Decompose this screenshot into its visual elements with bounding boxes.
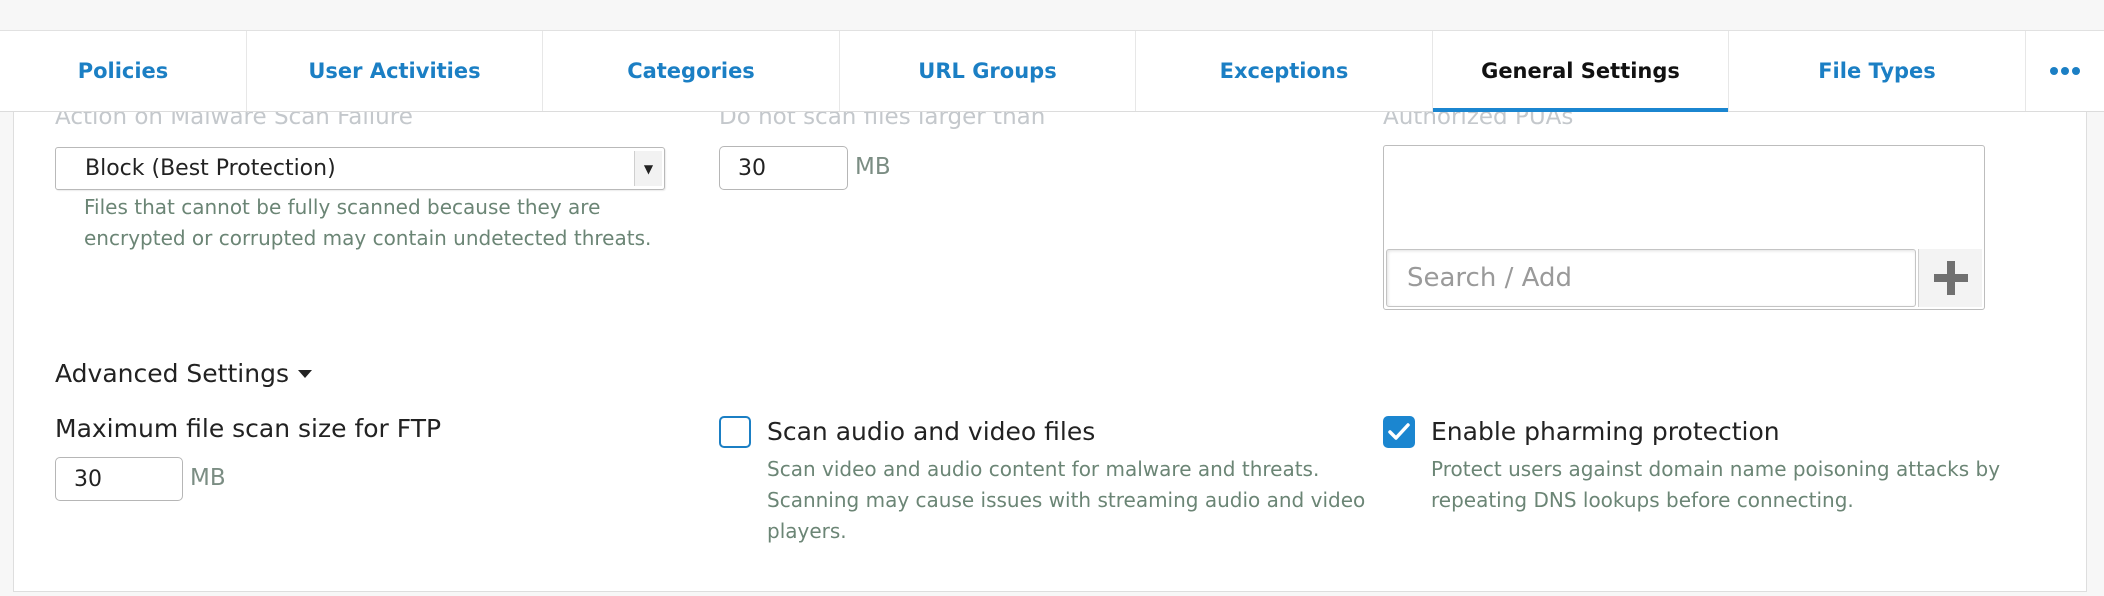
advanced-settings-toggle[interactable]: Advanced Settings [55, 359, 314, 388]
tabs-more-button[interactable] [2026, 31, 2104, 111]
chevron-down-icon[interactable]: ▼ [634, 151, 662, 186]
general-settings-panel: Action on Malware Scan Failure Block (Be… [13, 112, 2087, 592]
tab-general-settings[interactable]: General Settings [1433, 31, 1729, 112]
pharming-protection-label: Enable pharming protection [1431, 417, 1780, 446]
tab-file-types[interactable]: File Types [1729, 31, 2026, 111]
scan-audio-video-label: Scan audio and video files [767, 417, 1096, 446]
top-strip [0, 0, 2104, 31]
search-placeholder: Search / Add [1407, 263, 1572, 293]
check-icon [1388, 423, 1410, 440]
scan-audio-video-checkbox[interactable] [719, 416, 751, 448]
ftp-max-scan-unit: MB [190, 465, 226, 491]
tab-label: Categories [627, 59, 755, 83]
tab-label: General Settings [1481, 59, 1680, 83]
authorized-puas-list[interactable]: Search / Add [1383, 145, 1985, 310]
malware-failure-label: Action on Malware Scan Failure [55, 112, 413, 130]
tab-label: User Activities [308, 59, 481, 83]
authorized-puas-label: Authorized PUAs [1383, 112, 1574, 130]
ftp-max-scan-label: Maximum file scan size for FTP [55, 414, 442, 443]
tab-categories[interactable]: Categories [543, 31, 840, 111]
max-scan-unit: MB [855, 154, 891, 180]
pua-search-input[interactable]: Search / Add [1386, 249, 1916, 307]
tab-bar: Policies User Activities Categories URL … [0, 31, 2104, 112]
tab-url-groups[interactable]: URL Groups [840, 31, 1136, 111]
select-value: Block (Best Protection) [85, 156, 336, 181]
advanced-settings-label: Advanced Settings [55, 359, 289, 388]
pharming-protection-help: Protect users against domain name poison… [1431, 457, 2001, 512]
plus-icon [1933, 261, 1968, 295]
tab-label: Exceptions [1219, 59, 1349, 83]
pua-add-button[interactable] [1918, 249, 1982, 307]
tab-label: File Types [1818, 59, 1936, 83]
caret-down-icon [297, 369, 312, 378]
ftp-max-scan-input[interactable]: 30 [55, 457, 183, 501]
max-scan-size-input[interactable]: 30 [719, 146, 848, 190]
tab-user-activities[interactable]: User Activities [247, 31, 543, 111]
tab-exceptions[interactable]: Exceptions [1136, 31, 1433, 111]
scan-audio-video-help: Scan video and audio content for malware… [767, 457, 1366, 543]
malware-failure-help: Files that cannot be fully scanned becau… [84, 195, 652, 250]
max-scan-label: Do not scan files larger than [719, 112, 1046, 130]
tab-label: Policies [77, 59, 169, 83]
tab-label: URL Groups [918, 59, 1057, 83]
tab-policies[interactable]: Policies [0, 31, 247, 111]
malware-failure-select[interactable]: Block (Best Protection) ▼ [55, 147, 665, 190]
ellipsis-icon [2050, 67, 2080, 75]
pharming-protection-checkbox[interactable] [1383, 416, 1415, 448]
